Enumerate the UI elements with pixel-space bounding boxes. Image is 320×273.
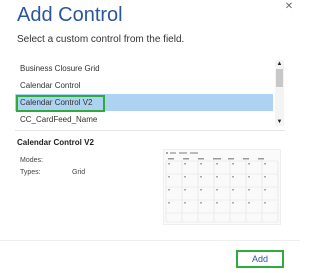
add-button[interactable]: Add [236, 250, 284, 268]
selected-item-highlight [16, 95, 105, 112]
modes-row: Modes: [20, 157, 70, 164]
scroll-down-icon[interactable]: ▼ [275, 118, 284, 126]
scroll-up-icon[interactable]: ▲ [275, 60, 284, 68]
close-icon[interactable]: ✕ [284, 2, 294, 12]
types-row: Types: Grid [20, 169, 85, 176]
modes-label: Modes: [20, 157, 43, 164]
list-item[interactable]: CC_CardFeed_Name [15, 111, 273, 128]
calendar-preview-thumbnail [165, 152, 279, 223]
footer-divider [0, 240, 300, 241]
dialog-title: Add Control [17, 4, 123, 26]
types-value: Grid [71, 169, 86, 176]
dialog-subtitle: Select a custom control from the field. [17, 34, 185, 45]
list-scrollbar[interactable]: ▲ ▼ [275, 60, 284, 126]
divider [15, 130, 285, 131]
selected-control-name: Calendar Control V2 [17, 138, 94, 147]
list-item[interactable]: Business Closure Grid [15, 60, 273, 77]
list-item[interactable]: Calendar Control [15, 77, 273, 94]
control-listbox[interactable]: Business Closure Grid Calendar Control C… [15, 60, 285, 128]
scroll-thumb[interactable] [276, 69, 283, 87]
add-control-dialog: ✕ Add Control Select a custom control fr… [0, 0, 300, 273]
types-label: Types: [20, 169, 41, 176]
control-preview-image [163, 149, 281, 225]
